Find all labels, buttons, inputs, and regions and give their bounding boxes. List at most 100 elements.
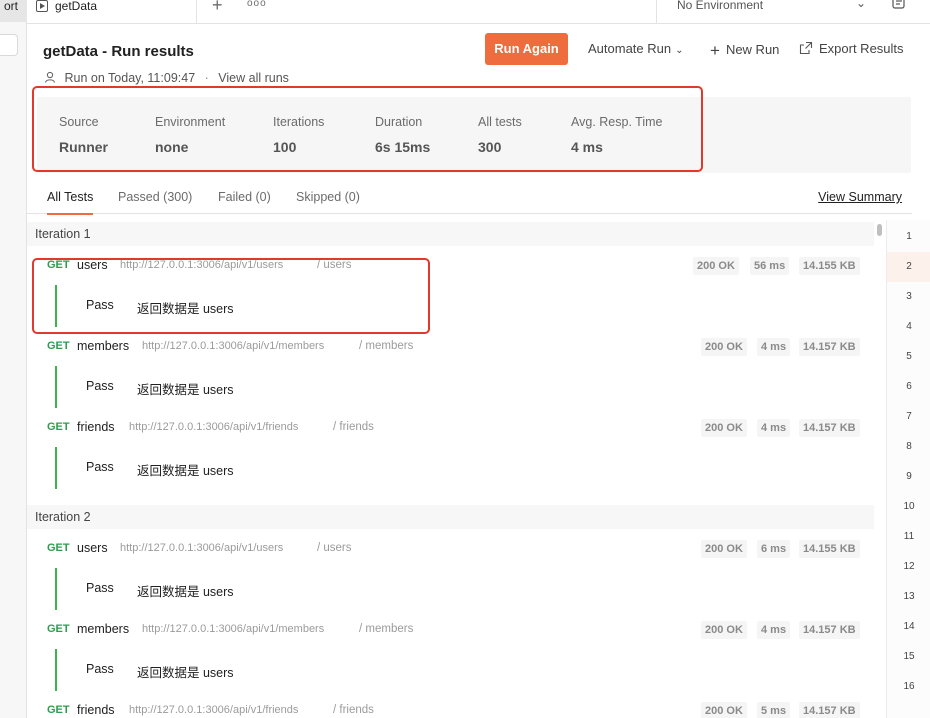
request-path: / friends: [333, 704, 374, 716]
request-name: users: [77, 258, 108, 272]
minimap-item[interactable]: 1: [887, 222, 930, 252]
request-method: GET: [47, 623, 70, 635]
request-url: http://127.0.0.1:3006/api/v1/members: [142, 623, 325, 635]
minimap-item[interactable]: 2: [887, 252, 930, 282]
response-time-badge: 4 ms: [757, 621, 791, 639]
minimap-item[interactable]: 6: [887, 372, 930, 402]
test-status: Pass: [86, 581, 114, 595]
request-url: http://127.0.0.1:3006/api/v1/members: [142, 340, 325, 352]
chevron-down-icon: ⌄: [675, 45, 684, 56]
minimap-item[interactable]: 3: [887, 282, 930, 312]
request-row[interactable]: GET users http://127.0.0.1:3006/api/v1/u…: [27, 540, 874, 562]
minimap-item[interactable]: 7: [887, 402, 930, 432]
environment-quick-look-icon[interactable]: [892, 0, 908, 12]
user-icon: [44, 71, 56, 83]
stat-label: Iterations: [273, 115, 325, 129]
request-row[interactable]: GET friends http://127.0.0.1:3006/api/v1…: [27, 419, 874, 441]
stat-label: All tests: [478, 115, 522, 129]
test-result-row: Pass 返回数据是 users: [55, 447, 455, 489]
request-method: GET: [47, 259, 70, 271]
iteration-minimap: 1 2 3 4 5 6 7 8 9 10 11 12 13 14 15 16: [886, 220, 930, 718]
tab-passed[interactable]: Passed (300): [118, 190, 192, 213]
page-title: getData - Run results: [43, 43, 194, 60]
tab-failed[interactable]: Failed (0): [218, 190, 271, 213]
new-tab-plus-icon[interactable]: +: [212, 0, 223, 16]
request-name: users: [77, 541, 108, 555]
minimap-item[interactable]: 15: [887, 642, 930, 672]
runner-play-icon: [36, 0, 48, 12]
minimap-item[interactable]: 9: [887, 462, 930, 492]
stat-value: none: [155, 139, 189, 155]
left-panel-fragment: [0, 34, 18, 56]
tab-getdata[interactable]: getData: [27, 0, 197, 24]
tab-skipped[interactable]: Skipped (0): [296, 190, 360, 213]
environment-select[interactable]: No Environment ⌄: [656, 0, 886, 24]
minimap-item[interactable]: 4: [887, 312, 930, 342]
request-name: members: [77, 339, 130, 353]
request-row[interactable]: GET members http://127.0.0.1:3006/api/v1…: [27, 338, 874, 360]
stat-value: Runner: [59, 139, 108, 155]
environment-label: No Environment: [677, 0, 764, 12]
stat-iterations: Iterations 100: [273, 115, 324, 155]
stat-label: Duration: [375, 115, 423, 129]
response-size-badge: 14.155 KB: [799, 540, 860, 558]
response-size-badge: 14.157 KB: [799, 702, 860, 718]
request-method: GET: [47, 340, 70, 352]
stat-value: 6s 15ms: [375, 139, 431, 155]
minimap-item[interactable]: 14: [887, 612, 930, 642]
test-status: Pass: [86, 662, 114, 676]
minimap-item[interactable]: 12: [887, 552, 930, 582]
minimap-item[interactable]: 13: [887, 582, 930, 612]
left-sidebar-strip: ort: [0, 0, 27, 718]
run-again-button[interactable]: Run Again: [485, 33, 568, 65]
request-url: http://127.0.0.1:3006/api/v1/friends: [129, 421, 299, 433]
request-url: http://127.0.0.1:3006/api/v1/users: [120, 259, 284, 271]
response-time-badge: 6 ms: [757, 540, 791, 558]
response-size-badge: 14.157 KB: [799, 621, 860, 639]
stat-value: 300: [478, 139, 502, 155]
automate-run-button[interactable]: Automate Run ⌄: [588, 41, 684, 56]
minimap-item[interactable]: 11: [887, 522, 930, 552]
request-path: / users: [317, 542, 352, 554]
minimap-item[interactable]: 8: [887, 432, 930, 462]
request-method: GET: [47, 542, 70, 554]
stat-label: Avg. Resp. Time: [571, 115, 663, 129]
chevron-down-icon: ⌄: [855, 0, 866, 10]
run-timestamp: Run on Today, 11:09:47: [64, 71, 196, 85]
tab-all-tests[interactable]: All Tests: [47, 190, 94, 215]
new-run-button[interactable]: + New Run: [710, 41, 779, 61]
response-time-badge: 4 ms: [757, 419, 791, 437]
request-path: / friends: [333, 421, 374, 433]
stat-environment: Environment none: [155, 115, 225, 155]
response-size-badge: 14.157 KB: [799, 338, 860, 356]
request-method: GET: [47, 704, 70, 716]
response-status-badge: 200 OK: [701, 419, 747, 437]
minimap-item[interactable]: 10: [887, 492, 930, 522]
new-run-label: New Run: [725, 42, 780, 57]
response-status-badge: 200 OK: [693, 257, 739, 275]
request-row[interactable]: GET friends http://127.0.0.1:3006/api/v1…: [27, 702, 874, 718]
request-row[interactable]: GET members http://127.0.0.1:3006/api/v1…: [27, 621, 874, 643]
export-results-label: Export Results: [819, 41, 904, 56]
minimap-item[interactable]: 5: [887, 342, 930, 372]
request-row[interactable]: GET users http://127.0.0.1:3006/api/v1/u…: [27, 257, 874, 279]
response-time-badge: 56 ms: [750, 257, 790, 275]
response-status-badge: 200 OK: [701, 540, 747, 558]
test-status: Pass: [86, 298, 114, 312]
test-status: Pass: [86, 379, 114, 393]
results-list: Iteration 1 GET users http://127.0.0.1:3…: [27, 222, 874, 718]
request-name: members: [77, 622, 130, 636]
test-result-row: Pass 返回数据是 users: [55, 649, 455, 691]
plus-icon: +: [710, 41, 720, 60]
request-path: / members: [359, 340, 414, 352]
more-tabs-icon[interactable]: ooo: [247, 0, 267, 9]
results-scrollbar[interactable]: [877, 224, 882, 236]
export-results-button[interactable]: Export Results: [799, 41, 904, 56]
response-status-badge: 200 OK: [701, 338, 747, 356]
view-summary-link[interactable]: View Summary: [818, 190, 902, 204]
left-tab-fragment[interactable]: ort: [0, 0, 27, 22]
view-all-runs-link[interactable]: View all runs: [218, 71, 289, 85]
response-status-badge: 200 OK: [701, 702, 747, 718]
stat-all-tests: All tests 300: [478, 115, 522, 155]
minimap-item[interactable]: 16: [887, 672, 930, 702]
